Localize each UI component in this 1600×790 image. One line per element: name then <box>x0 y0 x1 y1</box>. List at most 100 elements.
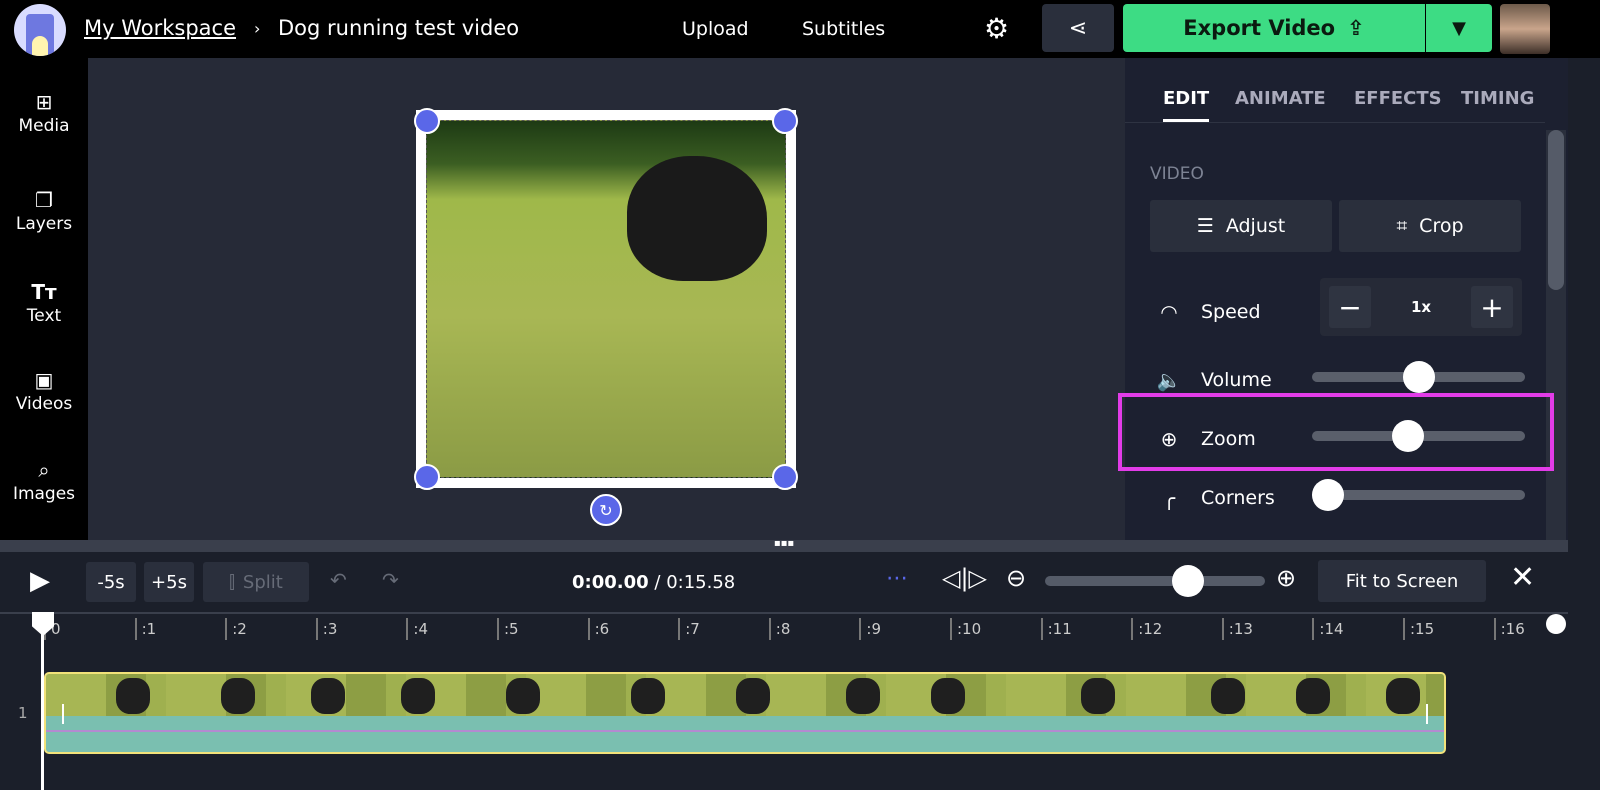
export-label: Export Video <box>1183 16 1335 40</box>
redo-icon[interactable]: ↷ <box>382 568 399 592</box>
sidebar-item-label: Layers <box>16 214 72 234</box>
crop-button[interactable]: ⌗ Crop <box>1339 200 1521 252</box>
back-5s-button[interactable]: -5s <box>86 562 136 602</box>
crop-icon: ⌗ <box>1396 215 1407 237</box>
video-clip[interactable] <box>44 672 1446 754</box>
resize-handle[interactable] <box>414 464 440 490</box>
audio-line <box>46 730 1444 732</box>
clip-filmstrip <box>46 674 1444 716</box>
speed-decrease-button[interactable]: − <box>1329 286 1371 328</box>
ruler-tick: :9 <box>859 618 881 640</box>
speed-increase-button[interactable]: + <box>1471 286 1513 328</box>
share-icon: ⋖ <box>1069 16 1087 41</box>
track-number: 1 <box>18 704 28 722</box>
video-layer[interactable] <box>416 110 796 488</box>
upload-button[interactable]: Upload <box>682 18 749 40</box>
split-button[interactable]: ⫿Split <box>203 562 309 602</box>
zoom-in-icon[interactable]: ⊕ <box>1276 564 1296 592</box>
layers-icon: ❐ <box>0 188 88 212</box>
panel-scrollbar[interactable] <box>1546 130 1566 540</box>
text-icon: Tт <box>0 280 88 304</box>
clip-trim-handle-right[interactable] <box>1426 704 1428 724</box>
snap-icon[interactable]: ⋯ <box>886 566 908 591</box>
duration: 0:15.58 <box>666 572 735 593</box>
top-bar: My Workspace › Dog running test video Up… <box>0 0 1600 58</box>
timeline-zoom-thumb[interactable] <box>1172 565 1204 597</box>
project-title[interactable]: Dog running test video <box>278 16 519 40</box>
timeline-ruler[interactable]: 0:1:2:3:4:5:6:7:8:9:10:11:12:13:14:15:16 <box>0 612 1568 642</box>
sidebar-item-media[interactable]: ⊞Media <box>0 90 88 136</box>
sidebar-item-videos[interactable]: ▣Videos <box>0 368 88 414</box>
tab-animate[interactable]: ANIMATE <box>1235 88 1326 109</box>
time-separator: / <box>649 572 667 593</box>
ruler-tick: :7 <box>678 618 700 640</box>
sidebar-item-text[interactable]: TтText <box>0 280 88 326</box>
playback-controls: ▶ -5s +5s ⫿Split ↶ ↷ 0:00.00 / 0:15.58 ⋯… <box>0 552 1568 612</box>
dog-thumbnail <box>1081 678 1115 714</box>
app-logo[interactable] <box>14 4 66 56</box>
corners-label: Corners <box>1201 487 1275 509</box>
tab-edit[interactable]: EDIT <box>1163 88 1209 122</box>
dog-thumbnail <box>116 678 150 714</box>
gear-icon[interactable]: ⚙ <box>984 12 1009 45</box>
playhead[interactable] <box>41 612 44 790</box>
corners-slider[interactable] <box>1312 490 1525 500</box>
section-label: VIDEO <box>1150 164 1204 184</box>
volume-slider-thumb[interactable] <box>1403 361 1435 393</box>
dog-thumbnail <box>931 678 965 714</box>
timeline-zoom-slider[interactable] <box>1045 576 1265 586</box>
speedometer-icon: ◠ <box>1155 300 1183 324</box>
adjust-button[interactable]: ☰Adjust <box>1150 200 1332 252</box>
share-button[interactable]: ⋖ <box>1042 4 1114 52</box>
breadcrumb-workspace-link[interactable]: My Workspace <box>84 16 236 40</box>
rotate-handle[interactable]: ↻ <box>590 494 622 526</box>
speed-value: 1x <box>1400 298 1442 316</box>
zoom-label: Zoom <box>1201 428 1256 450</box>
corners-slider-thumb[interactable] <box>1312 479 1344 511</box>
resize-divider[interactable]: ▪▪▪ <box>0 540 1568 552</box>
sidebar-item-label: Videos <box>16 394 73 414</box>
tab-timing[interactable]: TIMING <box>1461 88 1534 109</box>
zoom-out-icon[interactable]: ⊖ <box>1006 564 1026 592</box>
clip-trim-handle-left[interactable] <box>62 704 64 724</box>
breadcrumb-chevron-icon: › <box>254 19 260 38</box>
fit-to-screen-button[interactable]: Fit to Screen <box>1318 560 1486 602</box>
chevron-down-icon: ▼ <box>1452 18 1466 39</box>
sidebar-item-label: Text <box>27 306 61 326</box>
split-icon: ⫿ <box>229 572 235 593</box>
resize-handle[interactable] <box>772 108 798 134</box>
export-dropdown-button[interactable]: ▼ <box>1426 4 1492 52</box>
video-preview[interactable] <box>426 120 786 478</box>
volume-row: 🔈Volume <box>1155 368 1272 392</box>
forward-5s-button[interactable]: +5s <box>144 562 194 602</box>
split-view-icon[interactable]: ◁|▷ <box>942 564 987 592</box>
ruler-tick: :5 <box>497 618 519 640</box>
ruler-tick: :4 <box>406 618 428 640</box>
dog-thumbnail <box>311 678 345 714</box>
rotate-icon: ↻ <box>599 501 612 520</box>
play-icon[interactable]: ▶ <box>30 566 50 596</box>
ruler-tick: :3 <box>316 618 338 640</box>
ruler-tick: :16 <box>1494 618 1525 640</box>
speed-label: Speed <box>1201 301 1261 323</box>
close-icon[interactable]: ✕ <box>1510 560 1535 595</box>
tab-effects[interactable]: EFFECTS <box>1354 88 1442 109</box>
zoom-slider[interactable] <box>1312 431 1525 441</box>
ruler-tick: :2 <box>225 618 247 640</box>
dog-thumbnail <box>846 678 880 714</box>
sidebar-item-images[interactable]: ⌕Images <box>0 458 88 504</box>
user-avatar[interactable] <box>1500 4 1550 54</box>
undo-icon[interactable]: ↶ <box>330 568 347 592</box>
sidebar-item-layers[interactable]: ❐Layers <box>0 188 88 234</box>
volume-slider[interactable] <box>1312 372 1525 382</box>
timeline-scroll-handle[interactable] <box>1546 614 1566 634</box>
speed-row: ◠ Speed <box>1155 300 1261 324</box>
resize-handle[interactable] <box>772 464 798 490</box>
zoom-slider-thumb[interactable] <box>1392 420 1424 452</box>
resize-handle[interactable] <box>414 108 440 134</box>
tab-divider <box>1125 122 1545 123</box>
export-video-button[interactable]: Export Video⇪ <box>1123 4 1425 52</box>
subtitles-button[interactable]: Subtitles <box>802 18 885 40</box>
crop-label: Crop <box>1419 215 1463 237</box>
media-plus-icon: ⊞ <box>0 90 88 114</box>
